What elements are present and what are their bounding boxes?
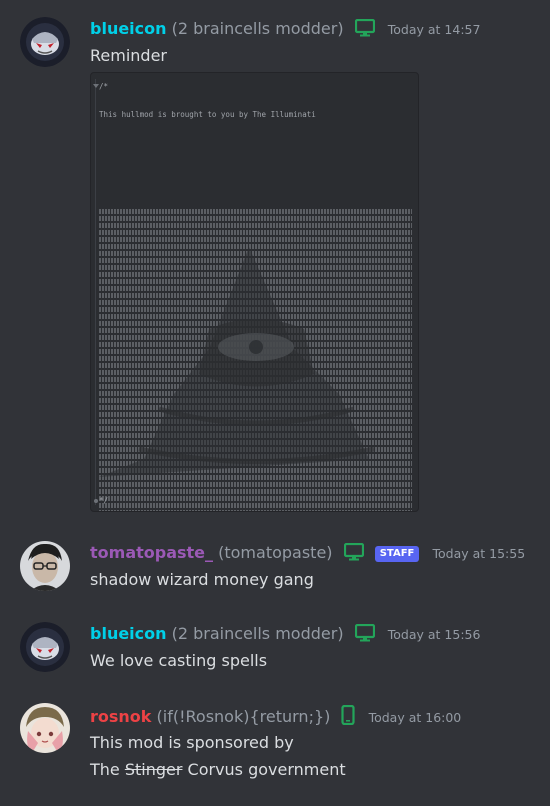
timestamp[interactable]: Today at 16:00: [369, 710, 462, 725]
text-segment: Corvus government: [182, 760, 346, 779]
message-header: tomatopaste_ (tomatopaste) STAFF Today a…: [90, 542, 525, 566]
strikethrough-text: Stinger: [124, 760, 183, 779]
user-subtitle: (tomatopaste): [218, 543, 333, 562]
code-gutter: [95, 79, 96, 505]
user-subtitle: (2 braincells modder): [171, 19, 344, 38]
user-subtitle: (if(!Rosnok){return;}): [156, 707, 331, 726]
timestamp[interactable]: Today at 15:55: [432, 546, 525, 561]
user-subtitle: (2 braincells modder): [171, 624, 344, 643]
avatar-blueicon[interactable]: [20, 17, 70, 67]
code-close-comment: */: [99, 496, 109, 505]
code-open-comment: /*: [99, 82, 109, 91]
avatar-image: [20, 622, 70, 672]
text-segment: The: [90, 760, 125, 779]
desktop-icon: [343, 542, 364, 566]
avatar-image: [20, 17, 70, 67]
username[interactable]: blueicon: [90, 624, 167, 643]
avatar-rosnok[interactable]: [20, 703, 70, 753]
username[interactable]: blueicon: [90, 19, 167, 38]
username[interactable]: tomatopaste_: [90, 543, 213, 562]
desktop-icon: [354, 18, 375, 42]
message-text: Reminder: [90, 46, 167, 65]
message-text-line-2: The Stinger Corvus government: [90, 756, 346, 783]
message-text-line-1: This mod is sponsored by: [90, 733, 294, 752]
message-header: blueicon (2 braincells modder) Today at …: [90, 18, 481, 42]
username[interactable]: rosnok: [90, 707, 151, 726]
ascii-art-illuminati: [99, 209, 412, 511]
avatar-image: [20, 703, 70, 753]
mobile-icon: [341, 704, 356, 730]
desktop-icon: [354, 623, 375, 647]
message-header: blueicon (2 braincells modder) Today at …: [90, 623, 481, 647]
code-comment-text: This hullmod is brought to you by The Il…: [99, 110, 316, 119]
code-block: /* This hullmod is brought to you by The…: [90, 72, 419, 512]
message-header: rosnok (if(!Rosnok){return;}) Today at 1…: [90, 704, 462, 730]
avatar-tomatopaste[interactable]: [20, 541, 70, 591]
avatar-image: [20, 541, 70, 591]
timestamp[interactable]: Today at 14:57: [388, 22, 481, 37]
avatar-blueicon[interactable]: [20, 622, 70, 672]
message-text: shadow wizard money gang: [90, 570, 314, 589]
staff-badge: STAFF: [374, 546, 420, 562]
message-text: We love casting spells: [90, 651, 268, 670]
timestamp[interactable]: Today at 15:56: [388, 627, 481, 642]
